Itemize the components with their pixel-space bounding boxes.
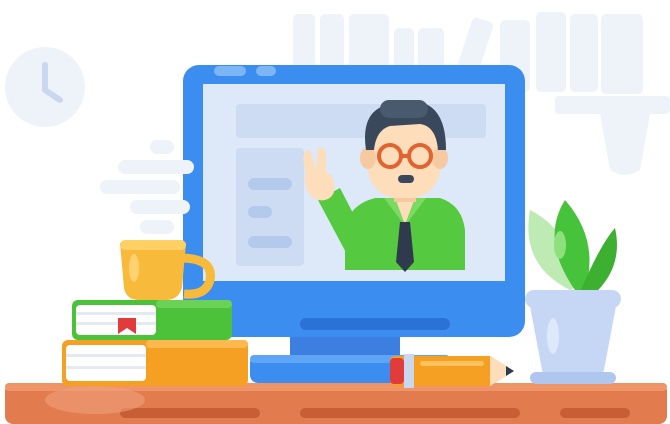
clock-icon — [5, 47, 85, 127]
steam-icon — [100, 140, 194, 234]
illustration — [5, 12, 670, 424]
plant-icon — [525, 200, 621, 384]
desk-icon — [5, 383, 667, 424]
books-icon — [62, 300, 248, 386]
illustration-scene — [0, 0, 670, 424]
pencil-icon — [390, 354, 514, 388]
